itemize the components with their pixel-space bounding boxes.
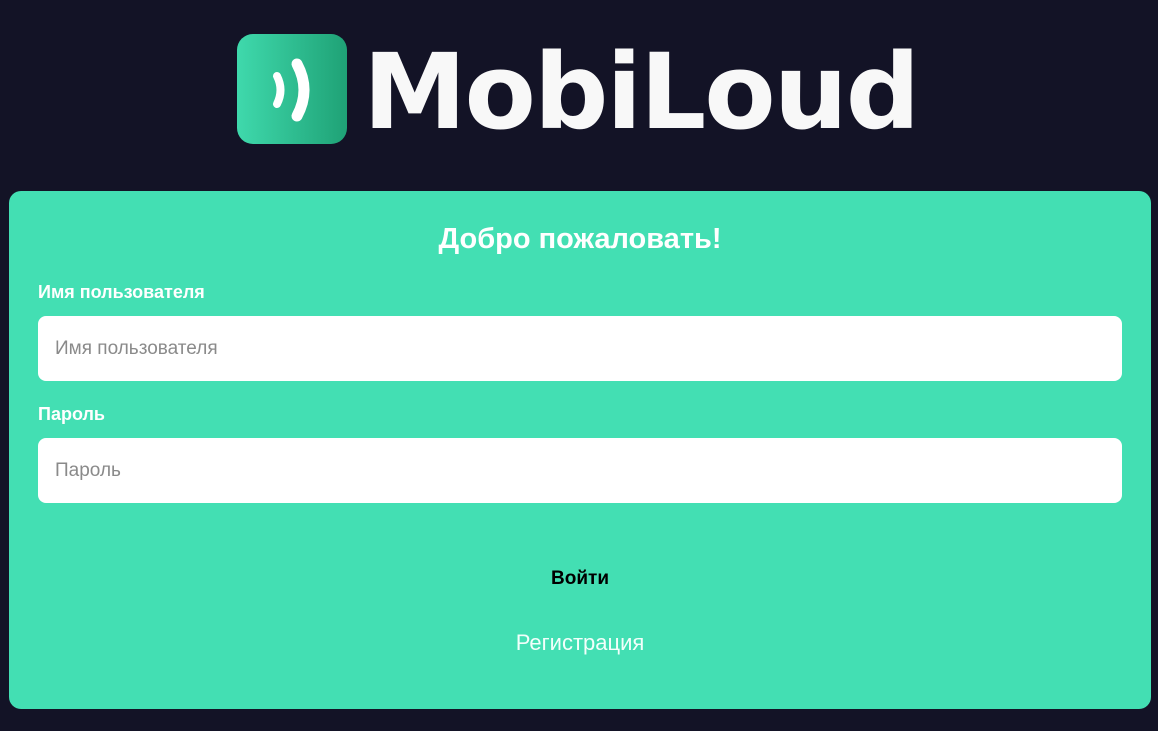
register-link[interactable]: Регистрация	[9, 629, 1151, 657]
logo: MobiLoud	[237, 31, 920, 153]
logo-wordmark: MobiLoud	[363, 31, 920, 153]
username-input[interactable]	[38, 316, 1122, 381]
password-input[interactable]	[38, 438, 1122, 503]
login-button[interactable]: Войти	[479, 562, 681, 596]
welcome-title: Добро пожаловать!	[438, 223, 722, 255]
login-card: Добро пожаловать! Имя пользователя Парол…	[9, 191, 1151, 709]
password-label: Пароль	[38, 404, 105, 424]
sound-waves-icon	[237, 34, 347, 144]
username-label: Имя пользователя	[38, 282, 205, 302]
